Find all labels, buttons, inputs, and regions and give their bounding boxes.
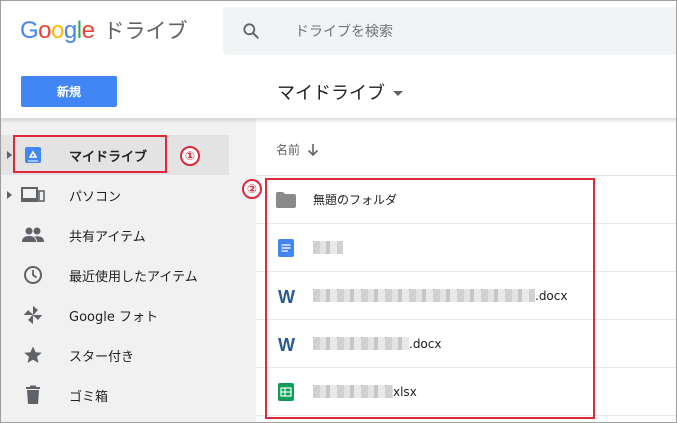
app-window: Google ドライブ 新規 マイドライブ [0,0,677,423]
computers-icon [21,183,45,207]
shared-people-icon [21,223,45,247]
annotation-box-my-drive [13,135,167,173]
search-bar[interactable] [223,7,676,55]
logo-letter: e [81,17,95,44]
sidebar-item-label: ゴミ箱 [69,389,109,405]
star-icon [21,343,45,367]
expand-arrow-icon[interactable] [7,151,12,159]
sidebar-item-label: スター付き [69,349,135,365]
annotation-marker-2: ② [242,179,262,199]
location-dropdown[interactable]: マイドライブ [277,79,403,105]
sidebar-item-label: パソコン [69,189,122,205]
sidebar-item-computers[interactable]: パソコン [1,175,256,215]
google-drive-logo[interactable]: Google ドライブ [20,15,187,47]
photos-pinwheel-icon [21,303,45,327]
logo-letter: g [63,17,77,44]
search-input[interactable] [295,21,675,43]
sidebar-item-label: Google フォト [69,309,158,325]
annotation-box-file-list [265,178,595,419]
top-bar: Google ドライブ 新規 マイドライブ [1,1,676,119]
expand-arrow-icon[interactable] [7,191,12,199]
logo-letter: o [38,17,52,44]
column-label: 名前 [276,143,301,157]
sidebar-item-google-photos[interactable]: Google フォト [1,295,256,335]
annotation-marker-1: ① [180,146,200,166]
sidebar-item-label: 最近使用したアイテム [69,269,198,285]
logo-letter: o [51,17,64,44]
search-icon[interactable] [241,21,261,41]
caret-down-icon [393,90,403,96]
sidebar-item-recent[interactable]: 最近使用したアイテム [1,255,256,295]
google-wordmark: Google [20,17,95,45]
name-column-header[interactable]: 名前 [276,141,320,158]
sidebar-item-trash[interactable]: ゴミ箱 [1,375,256,415]
location-title: マイドライブ [277,83,385,104]
logo-letter: G [20,17,39,44]
sidebar-item-starred[interactable]: スター付き [1,335,256,375]
sort-arrow-down-icon[interactable] [306,143,320,157]
trash-icon [21,383,45,407]
sidebar-item-label: 共有アイテム [69,229,146,245]
new-button[interactable]: 新規 [21,76,117,107]
product-name: ドライブ [103,19,188,43]
clock-icon [21,263,45,287]
sidebar-item-shared[interactable]: 共有アイテム [1,215,256,255]
